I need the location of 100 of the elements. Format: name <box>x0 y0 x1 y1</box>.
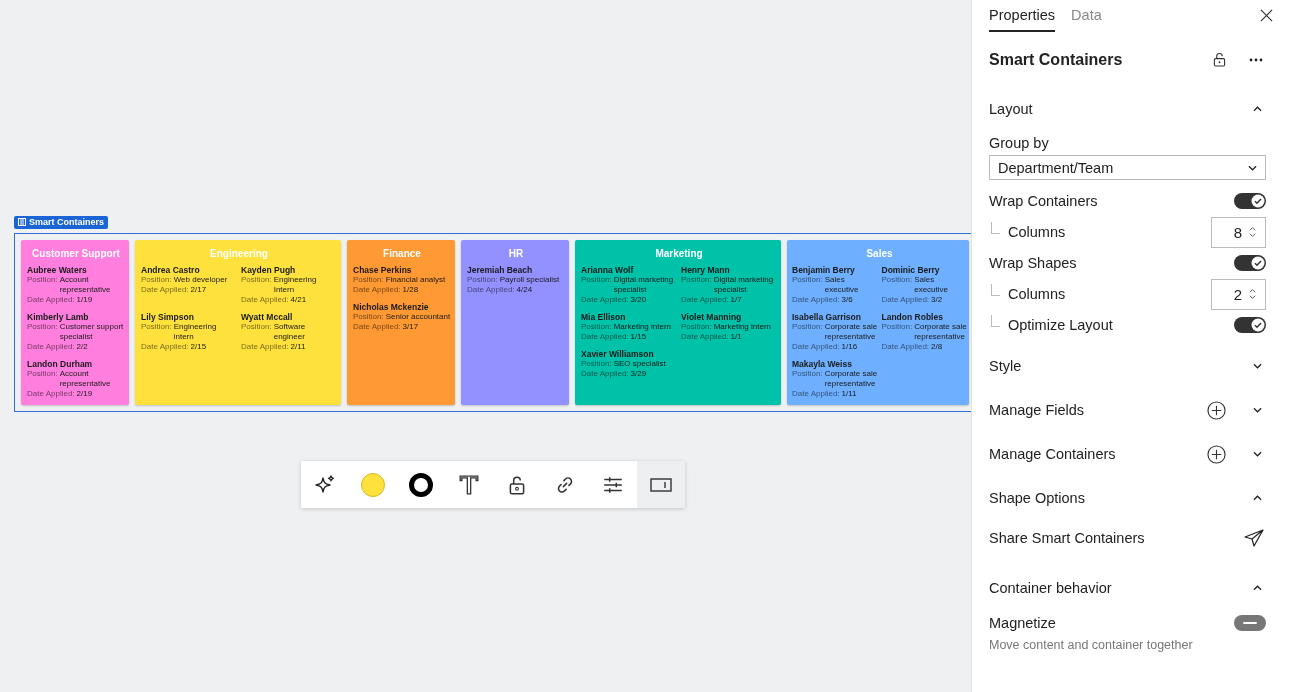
sliders-button[interactable] <box>589 461 637 508</box>
section-title[interactable]: Shape Options <box>989 490 1253 506</box>
toggle-switch[interactable] <box>1234 193 1266 209</box>
field-value: Corporate sale representative <box>914 322 967 342</box>
field-value: Payroll specialist <box>499 275 560 285</box>
field-value: 1/19 <box>76 295 93 305</box>
field-value: 1/28 <box>402 285 419 295</box>
add-icon[interactable] <box>1207 444 1226 464</box>
section-title[interactable]: Layout <box>989 101 1253 117</box>
field-value: 3/20 <box>630 295 647 305</box>
field-label: Position: <box>881 322 913 333</box>
field-label: Date Applied: <box>27 342 75 352</box>
field-label: Position: <box>27 275 58 286</box>
field-label: Date Applied: <box>141 285 189 295</box>
selection-frame[interactable] <box>14 233 971 412</box>
person-name: Wyatt Mccall <box>241 312 294 322</box>
toggle-switch[interactable] <box>1234 255 1266 271</box>
field-value: Corporate sale representative <box>824 322 878 342</box>
person-name: Landon Robles <box>881 312 944 322</box>
number-stepper[interactable]: 2 <box>1211 278 1266 310</box>
add-icon[interactable] <box>1207 400 1226 420</box>
card-title: HR <box>507 248 525 259</box>
container-card[interactable] <box>21 240 129 405</box>
chevron-down-icon[interactable] <box>1253 451 1262 457</box>
field-value: 2/17 <box>190 285 207 295</box>
field-label: Position: <box>141 322 172 333</box>
field-value: 1/7 <box>730 295 742 305</box>
field-value: Account representative <box>59 369 112 389</box>
chevron-up-icon[interactable] <box>1253 585 1262 591</box>
person-name: Henry Mann <box>681 265 731 275</box>
field-value: Engineering intern <box>173 322 218 342</box>
container-card[interactable] <box>575 240 781 405</box>
toggle-label: Wrap Containers <box>989 193 1099 209</box>
field-label: Date Applied: <box>27 295 75 305</box>
field-value: Digital marketing specialist <box>713 275 775 295</box>
container-card[interactable]: HR Jeremiah Beach Position: Payroll specialist Date Applied: 4/24 <box>461 240 569 405</box>
panel-button[interactable] <box>637 461 685 508</box>
container-card[interactable]: Finance Chase Perkins Position: Financial analyst Date Applied: 1/28 Nicholas Mckenzie Position: Senior accountant Date Applied: 3/17 <box>347 240 455 405</box>
chevron-down-icon <box>1248 164 1257 171</box>
text-icon <box>458 473 480 496</box>
container-card[interactable] <box>135 240 341 405</box>
field-label: Position: <box>27 369 58 380</box>
field-label: Position: <box>353 275 384 285</box>
number-stepper[interactable]: 8 <box>1211 216 1266 248</box>
person-name: Violet Manning <box>681 312 743 322</box>
field-value: 2/19 <box>76 389 93 399</box>
section-title[interactable]: Container behavior <box>989 580 1253 596</box>
field-label: Date Applied: <box>27 389 75 399</box>
field-label: Position: <box>467 275 498 285</box>
field-value: 1/11 <box>841 389 857 399</box>
action-label[interactable]: Share Smart Containers <box>989 530 1244 546</box>
send-icon[interactable] <box>1244 529 1264 547</box>
field-label: Position: <box>681 322 712 332</box>
field-value: 2/8 <box>931 342 943 352</box>
field-label: Date Applied: <box>792 342 840 352</box>
close-icon[interactable] <box>1260 9 1273 22</box>
container-card[interactable] <box>787 240 969 405</box>
group-by-dropdown[interactable]: Department/Team <box>989 155 1266 180</box>
toggle-switch[interactable] <box>1234 317 1266 333</box>
sparkle-button[interactable] <box>301 461 349 508</box>
chevron-up-icon[interactable] <box>1253 495 1262 501</box>
field-label: Date Applied: <box>353 285 401 295</box>
field-label: Date Applied: <box>681 332 729 342</box>
chevron-up-icon[interactable] <box>1253 106 1262 112</box>
field-value: 3/17 <box>402 322 419 332</box>
field-value: Senior accountant <box>385 312 451 322</box>
field-value: 2/2 <box>76 342 88 352</box>
person-name: Mia Ellison <box>581 312 627 322</box>
field-label: Position: <box>792 322 823 333</box>
section-title[interactable]: Manage Containers <box>989 446 1207 462</box>
toggle-label: Wrap Shapes <box>989 255 1078 271</box>
field-label: Position: <box>581 359 612 369</box>
field-value: 3/6 <box>841 295 853 305</box>
person-name: Andrea Castro <box>141 265 201 275</box>
group-label[interactable]: Smart Containers <box>14 215 109 229</box>
container-icon <box>18 218 26 226</box>
person-name: Chase Perkins <box>353 265 413 275</box>
panel-tab[interactable]: Properties <box>989 7 1056 32</box>
section-title[interactable]: Style <box>989 358 1253 374</box>
chevron-down-icon[interactable] <box>1253 363 1262 369</box>
field-label: Position: <box>581 275 612 286</box>
field-label: Date Applied: <box>881 342 930 352</box>
field-value: 3/29 <box>630 369 647 379</box>
more-icon[interactable] <box>1249 57 1263 62</box>
field-label: Position: <box>241 322 272 333</box>
field-label: Date Applied: <box>881 295 930 305</box>
stepper-arrows-icon[interactable] <box>1248 287 1257 301</box>
description-text: Move content and container together <box>989 638 1194 652</box>
field-value: Engineering Intern <box>273 275 318 295</box>
lock-icon[interactable] <box>1213 52 1226 67</box>
field-value: Sales executive <box>914 275 949 295</box>
card-title: Marketing <box>654 248 704 259</box>
panel-tab[interactable]: Data <box>1071 7 1102 32</box>
card-title: Engineering <box>209 248 269 259</box>
section-title[interactable]: Manage Fields <box>989 402 1207 418</box>
toggle-switch[interactable] <box>1234 615 1266 631</box>
field-label: Columns <box>1008 286 1067 302</box>
field-label: Date Applied: <box>581 295 629 305</box>
stepper-arrows-icon[interactable] <box>1248 225 1257 239</box>
chevron-down-icon[interactable] <box>1253 407 1262 413</box>
